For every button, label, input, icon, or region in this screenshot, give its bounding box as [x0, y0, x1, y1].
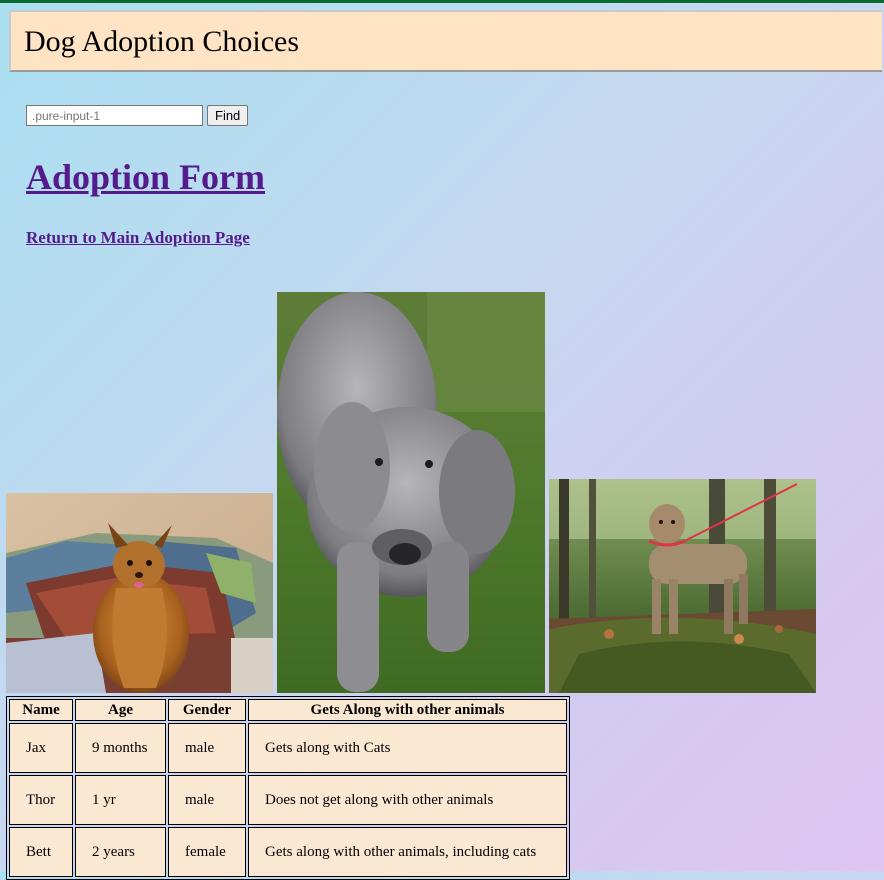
column-header-gets-along: Gets Along with other animals	[248, 699, 567, 721]
cell-gets-along: Does not get along with other animals	[248, 775, 567, 825]
top-accent-bar	[0, 0, 884, 3]
return-to-main-link[interactable]: Return to Main Adoption Page	[26, 228, 250, 248]
table-row: Thor 1 yr male Does not get along with o…	[9, 775, 567, 825]
table-row: Bett 2 years female Gets along with othe…	[9, 827, 567, 877]
cell-gender: male	[168, 723, 246, 773]
dog-table: Name Age Gender Gets Along with other an…	[6, 696, 570, 880]
cell-name: Thor	[9, 775, 73, 825]
dog-photo-yorkie	[6, 493, 273, 693]
find-button[interactable]: Find	[207, 105, 249, 126]
table-header-row: Name Age Gender Gets Along with other an…	[9, 699, 567, 721]
column-header-age: Age	[75, 699, 166, 721]
cell-gender: female	[168, 827, 246, 877]
cell-name: Bett	[9, 827, 73, 877]
cell-age: 2 years	[75, 827, 166, 877]
dog-photo-poodle	[277, 292, 545, 693]
search-bar: Find	[26, 105, 249, 126]
cell-age: 9 months	[75, 723, 166, 773]
table-row: Jax 9 months male Gets along with Cats	[9, 723, 567, 773]
cell-gets-along: Gets along with Cats	[248, 723, 567, 773]
page-header: Dog Adoption Choices	[9, 10, 882, 72]
cell-age: 1 yr	[75, 775, 166, 825]
search-input[interactable]	[26, 105, 203, 126]
cell-gets-along: Gets along with other animals, including…	[248, 827, 567, 877]
page-title: Dog Adoption Choices	[24, 25, 299, 58]
cell-gender: male	[168, 775, 246, 825]
cell-name: Jax	[9, 723, 73, 773]
column-header-gender: Gender	[168, 699, 246, 721]
dog-photo-terrier	[549, 479, 816, 693]
adoption-form-heading-link[interactable]: Adoption Form	[26, 156, 265, 198]
column-header-name: Name	[9, 699, 73, 721]
